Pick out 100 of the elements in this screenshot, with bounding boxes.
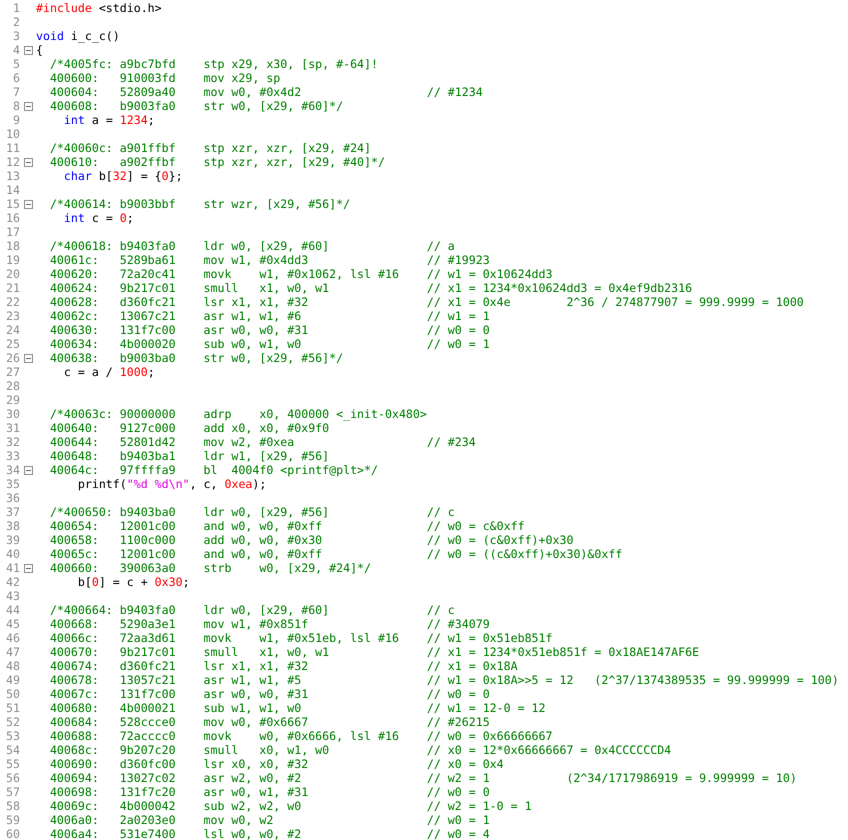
asm-address: 400610: — [50, 155, 99, 169]
asm-comment: // #1234 — [426, 85, 483, 99]
asm-opcode: 5289ba61 — [120, 253, 176, 267]
asm-address: 400654: — [50, 519, 99, 533]
asm-comment: // w0 = ((c&0xff)+0x30)&0xff — [426, 547, 622, 561]
line-number: 34 — [5, 463, 20, 477]
asm-opcode: b9403ba0 — [120, 505, 176, 519]
asm-opcode: 1100c000 — [120, 533, 176, 547]
line-number: 41 — [5, 561, 20, 575]
line-number: 27 — [5, 365, 20, 379]
asm-instruction: mov w1, #0x851f — [204, 617, 308, 631]
asm-opcode: 4b000020 — [120, 337, 176, 351]
asm-opcode: 72aa3d61 — [120, 631, 176, 645]
asm-instruction: and w0, w0, #0xff — [204, 547, 322, 561]
asm-instruction: sub w2, w2, w0 — [204, 799, 302, 813]
line-number: 48 — [5, 659, 20, 673]
code-line: b[0] = c + 0x30; — [76, 575, 190, 589]
line-number: 11 — [5, 141, 20, 155]
code-line: { — [36, 43, 43, 57]
asm-opcode: 131f7c00 — [120, 687, 176, 701]
asm-opcode: 9b217c01 — [120, 281, 176, 295]
asm-comment: // w0 = 4 — [426, 827, 490, 840]
asm-address: 40061c: — [50, 253, 99, 267]
asm-opcode: 13057c21 — [120, 673, 176, 687]
fold-toggle-icon[interactable] — [24, 354, 32, 362]
line-number: 47 — [5, 645, 20, 659]
asm-address: 400620: — [50, 267, 99, 281]
asm-comment: // w2 = 1 — [426, 771, 490, 785]
asm-address: 400648: — [50, 449, 99, 463]
fold-toggle-icon[interactable] — [24, 158, 32, 166]
line-number: 37 — [5, 505, 20, 519]
line-number: 5 — [12, 57, 20, 71]
asm-opcode: 9b217c01 — [120, 645, 176, 659]
asm-opcode: 2a0203e0 — [120, 813, 176, 827]
asm-address: 400638: — [50, 351, 99, 365]
line-number: 60 — [5, 827, 20, 840]
asm-instruction: mov w2, #0xea — [204, 435, 294, 449]
asm-address: 40068c: — [50, 743, 99, 757]
fold-toggle-icon[interactable] — [24, 200, 32, 208]
asm-address: 400688: — [50, 729, 99, 743]
line-number: 35 — [5, 477, 20, 491]
asm-address: 40065c: — [50, 547, 99, 561]
line-number: 21 — [5, 281, 20, 295]
fold-toggle-icon[interactable] — [24, 466, 32, 474]
asm-opcode: d360fc00 — [120, 757, 176, 771]
fold-toggle-icon[interactable] — [24, 46, 32, 54]
fold-toggle-icon[interactable] — [24, 102, 32, 110]
asm-comment: // w0 = 0 — [426, 687, 490, 701]
line-number: 3 — [12, 29, 20, 43]
line-number: 46 — [5, 631, 20, 645]
asm-comment: // c — [426, 603, 455, 617]
asm-comment: // w1 = 1 — [426, 309, 490, 323]
asm-address: /*400650: — [50, 505, 113, 519]
line-number: 59 — [5, 813, 20, 827]
asm-comment: // #234 — [426, 435, 476, 449]
fold-toggle-icon[interactable] — [24, 564, 32, 572]
asm-opcode: 90000000 — [120, 407, 176, 421]
asm-opcode: 528ccce0 — [120, 715, 176, 729]
asm-address: 400668: — [50, 617, 99, 631]
asm-instruction: sub w0, w1, w0 — [204, 337, 302, 351]
asm-address: 400658: — [50, 533, 99, 547]
line-number: 54 — [5, 743, 20, 757]
asm-address: 400684: — [50, 715, 99, 729]
asm-instruction: mov w0, #0x4d2 — [204, 85, 302, 99]
asm-comment: // w0 = 0x66666667 — [426, 729, 552, 743]
line-number: 19 — [5, 253, 20, 267]
asm-instruction: lsl w0, w0, #2 — [204, 827, 302, 840]
asm-opcode: b9403fa0 — [120, 239, 176, 253]
asm-note: (2^37/1374389535 = 99.999999 = 100) — [594, 673, 839, 687]
asm-opcode: d360fc21 — [120, 295, 176, 309]
line-number: 1 — [12, 1, 20, 15]
asm-instruction: sub w1, w1, w0 — [204, 701, 302, 715]
asm-address: 400604: — [50, 85, 99, 99]
asm-opcode: b9403ba1 — [120, 449, 176, 463]
asm-instruction: str wzr, [x29, #56]*/ — [204, 197, 350, 211]
asm-comment: // w1 = 0x18A>>5 = 12 — [426, 673, 574, 687]
asm-comment: // w2 = 1-0 = 1 — [426, 799, 532, 813]
line-number: 44 — [5, 603, 20, 617]
line-number: 30 — [5, 407, 20, 421]
asm-opcode: 910003fd — [120, 71, 176, 85]
asm-address: 400674: — [50, 659, 99, 673]
asm-address: 400634: — [50, 337, 99, 351]
asm-address: 40064c: — [50, 463, 99, 477]
line-number: 32 — [5, 435, 20, 449]
asm-comment: // x1 = 0x18A — [426, 659, 518, 673]
asm-comment: // a — [426, 239, 455, 253]
asm-opcode: a901ffbf — [120, 141, 176, 155]
asm-instruction: strb w0, [x29, #24]*/ — [204, 561, 372, 575]
asm-instruction: mov w0, w2 — [204, 813, 274, 827]
line-number: 29 — [5, 393, 20, 407]
asm-address: /*400614: — [50, 197, 113, 211]
asm-comment: // #34079 — [426, 617, 490, 631]
line-number: 8 — [12, 99, 20, 113]
asm-comment: // w0 = 1 — [426, 813, 490, 827]
asm-opcode: 131f7c20 — [120, 785, 176, 799]
code-line: #include <stdio.h> — [36, 1, 162, 15]
asm-instruction: movk w1, #0x51eb, lsl #16 — [204, 631, 399, 645]
line-number: 18 — [5, 239, 20, 253]
asm-comment: // w0 = c&0xff — [426, 519, 525, 533]
asm-instruction: ldr w0, [x29, #60] — [204, 603, 330, 617]
